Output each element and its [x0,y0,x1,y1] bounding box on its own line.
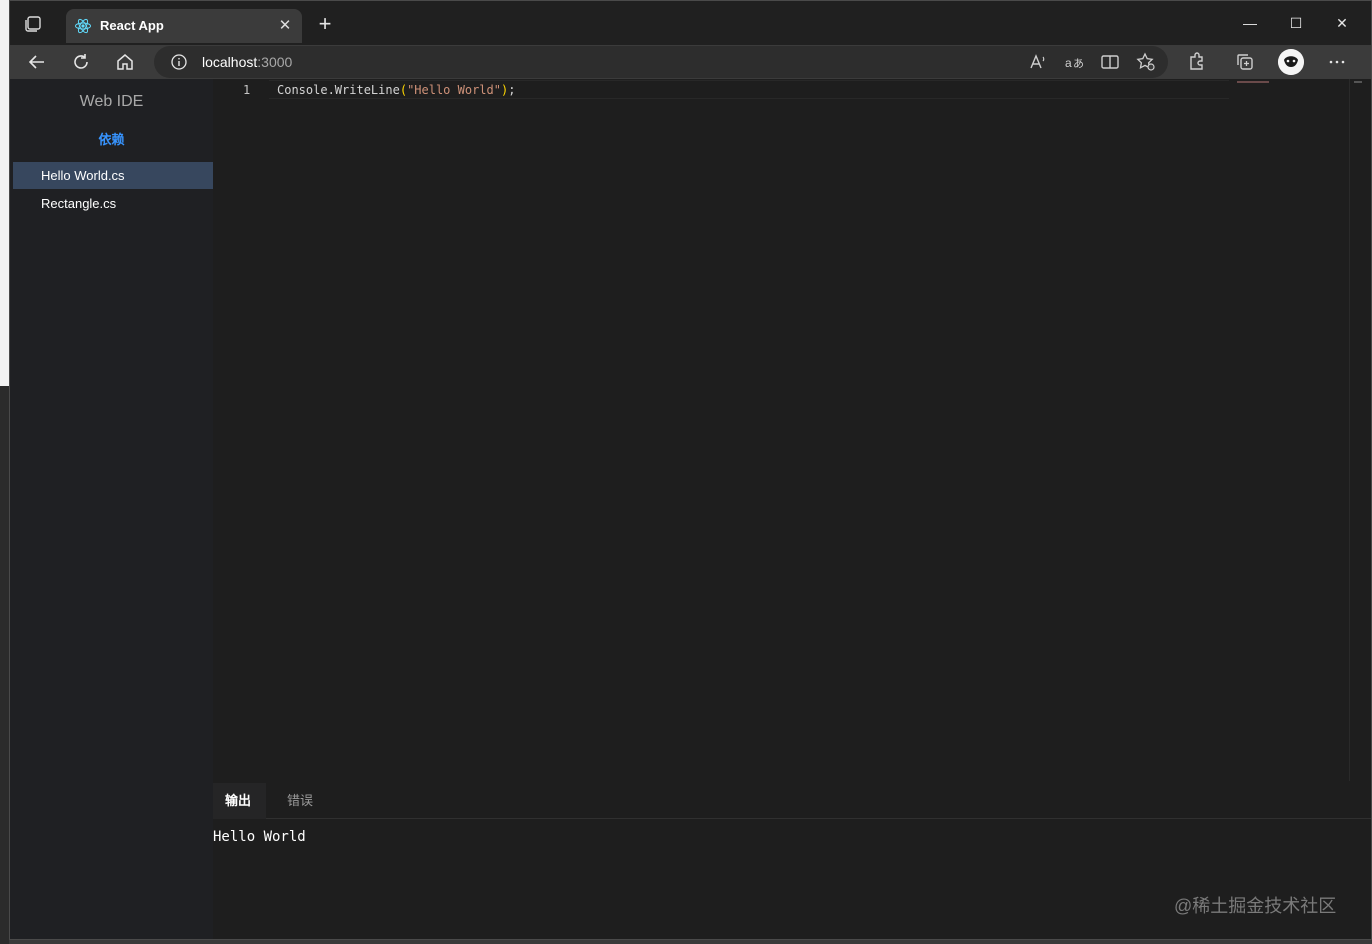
address-bar[interactable]: localhost:3000 [154,46,1168,78]
sidebar: Web IDE 依赖 Hello World.cs Rectangle.cs [10,79,213,939]
title-bar: React App ✕ + — ☐ ✕ [10,1,1371,45]
code-editor[interactable]: 1 Console.WriteLine("Hello World"); [213,79,1371,781]
panel-tabs: 输出 错误 [213,781,1371,819]
home-icon[interactable] [112,49,138,75]
app-title: Web IDE [79,93,144,110]
svg-text:あ: あ [1073,57,1084,70]
collections-icon[interactable] [1233,50,1257,74]
more-options-icon[interactable] [1325,50,1349,74]
add-favorite-icon[interactable] [1134,50,1158,74]
refresh-icon[interactable] [68,49,94,75]
browser-toolbar: localhost:3000 aあ [10,45,1371,79]
url-text: localhost:3000 [202,54,293,70]
avatar[interactable] [1278,49,1304,75]
editor-scrollbar[interactable] [1349,79,1362,781]
line-number: 1 [243,83,251,97]
tab-actions-icon[interactable] [22,13,44,35]
tab-title: React App [100,18,164,33]
minimize-icon[interactable]: — [1227,9,1273,37]
site-info-icon[interactable] [170,53,188,71]
dependencies-link[interactable]: 依赖 [10,129,213,148]
watermark: @稀土掘金技术社区 [1174,896,1337,916]
extensions-icon[interactable] [1184,50,1208,74]
svg-text:a: a [1065,56,1072,70]
minimap[interactable] [1237,81,1269,83]
tab-errors[interactable]: 错误 [275,783,325,819]
split-screen-icon[interactable] [1098,50,1122,74]
file-item-hello-world[interactable]: Hello World.cs [13,162,213,189]
code-line[interactable]: Console.WriteLine("Hello World"); [277,83,515,97]
react-logo-icon [74,17,92,35]
file-item-rectangle[interactable]: Rectangle.cs [13,190,213,217]
browser-window: React App ✕ + — ☐ ✕ localhost:3000 aあ We… [9,0,1372,940]
close-tab-icon[interactable]: ✕ [276,17,294,35]
back-icon[interactable] [24,49,50,75]
tab-output[interactable]: 输出 [213,783,266,819]
maximize-icon[interactable]: ☐ [1273,9,1319,37]
output-text: Hello World [213,829,306,845]
page-content: Web IDE 依赖 Hello World.cs Rectangle.cs 1… [10,79,1371,939]
close-window-icon[interactable]: ✕ [1319,9,1365,37]
new-tab-icon[interactable]: + [314,13,336,35]
browser-tab[interactable]: React App ✕ [66,9,302,43]
translate-icon[interactable]: aあ [1062,50,1086,74]
read-aloud-icon[interactable] [1026,50,1050,74]
background-window [0,0,9,944]
background-window-dark [0,386,9,944]
